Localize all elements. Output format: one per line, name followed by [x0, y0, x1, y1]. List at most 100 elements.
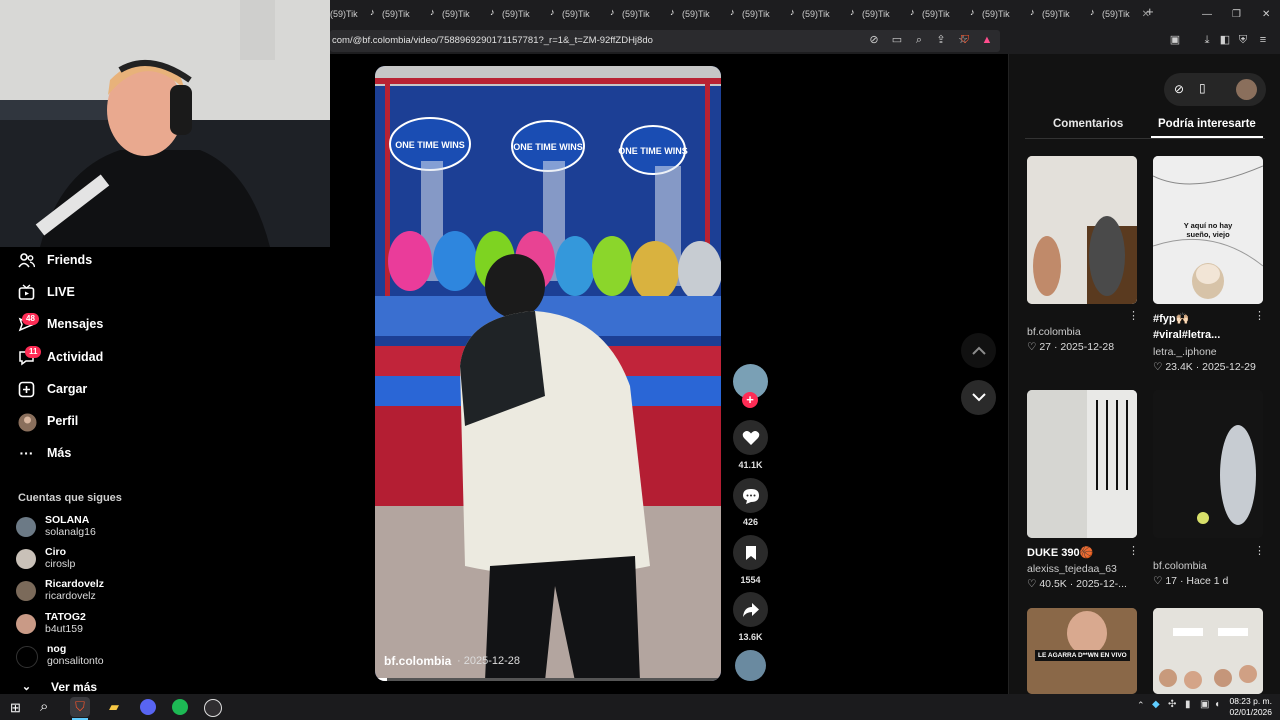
share-arrow-icon [742, 602, 759, 617]
tray-app-icon[interactable]: ◆ [1152, 699, 1160, 710]
sidebar-panel-icon[interactable]: ▣ [1168, 33, 1182, 47]
close-icon[interactable]: ✕ [1262, 6, 1270, 22]
card-author[interactable]: letra._.iphone [1153, 346, 1217, 358]
browser-tab[interactable]: (59)Tik [430, 6, 470, 22]
new-tab-button[interactable]: + [1146, 3, 1154, 19]
following-account[interactable]: TATOG2 b4ut159 [16, 611, 86, 636]
browser-tab-label: (59)Tik [862, 9, 890, 19]
browser-tab[interactable]: (59)Tik [490, 6, 530, 22]
card-caption[interactable]: #fyp🙌🏻 #viral#letra... [1153, 311, 1253, 343]
volume-icon[interactable]: ◖ [1214, 699, 1220, 710]
video-thumbnail[interactable]: Y aquí no hay sueño, viejo [1153, 156, 1263, 304]
video-thumbnail[interactable] [1027, 156, 1137, 304]
restore-icon[interactable]: ❐ [1232, 6, 1241, 22]
browser-tab[interactable]: (59)Tik [850, 6, 890, 22]
sidebar-item-label: Perfil [47, 414, 79, 428]
browser-tab[interactable]: (59)Tik [910, 6, 950, 22]
sidebar-item-label: LIVE [47, 285, 75, 299]
video-author[interactable]: bf.colombia [384, 654, 451, 668]
video-player[interactable]: ONE TIME WINS ONE TIME WINS ONE TIME WIN… [375, 66, 721, 681]
video-thumbnail[interactable] [1153, 390, 1263, 538]
browser-tab[interactable]: (59)Tik [330, 6, 358, 22]
network-icon[interactable]: ▣ [1200, 699, 1209, 710]
file-explorer-icon[interactable]: ▰ [104, 697, 124, 717]
browser-tab[interactable]: (59)Tik [610, 6, 650, 22]
save-button[interactable] [733, 535, 768, 570]
search-icon[interactable]: ⌕ [40, 698, 48, 715]
windows-start-icon[interactable]: ⊞ [10, 700, 21, 716]
sidebar-item-friends[interactable]: Friends [18, 249, 92, 271]
discord-icon[interactable] [138, 697, 158, 717]
tab-recommended[interactable]: Podría interesarte [1158, 118, 1256, 130]
sidebar-item-live[interactable]: LIVE [18, 281, 75, 303]
more-options-icon[interactable]: ⋮ [1254, 309, 1265, 322]
messages-badge: 48 [22, 313, 39, 325]
compass-icon[interactable]: ⊘ [1174, 82, 1184, 96]
browser-tab[interactable]: (59)Tik [1030, 6, 1070, 22]
prev-video-button[interactable] [961, 333, 996, 368]
comment-button[interactable] [733, 478, 768, 513]
browser-tab[interactable]: (59)Tik [550, 6, 590, 22]
follow-plus-icon[interactable]: + [742, 392, 758, 408]
video-thumbnail[interactable] [1153, 608, 1263, 694]
more-options-icon[interactable]: ⋮ [1128, 544, 1139, 557]
card-caption[interactable]: DUKE 390🏀 [1027, 546, 1093, 559]
microphone-icon[interactable]: ▮ [1185, 699, 1191, 710]
like-count: 41.1K [738, 460, 763, 470]
zoom-icon[interactable]: ⌕ [912, 33, 926, 47]
video-thumbnail[interactable]: LE AGARRA D**WN EN VIVO [1027, 608, 1137, 694]
next-video-button[interactable] [961, 380, 996, 415]
browser-tab-label: (59)Tik [802, 9, 830, 19]
more-options-icon[interactable]: ⋮ [1254, 544, 1265, 557]
tiktok-favicon-icon [430, 7, 438, 18]
brave-rewards-icon[interactable]: ▲ [980, 33, 994, 47]
card-date: 2025-12-... [1076, 578, 1127, 590]
browser-tab[interactable]: (59)Tik [970, 6, 1010, 22]
sound-disc[interactable] [735, 650, 766, 681]
share-icon[interactable]: ⇪ [934, 33, 948, 47]
video-progress-bar[interactable] [375, 678, 721, 681]
menu-icon[interactable]: ≡ [1256, 33, 1270, 47]
obs-icon[interactable] [202, 697, 222, 717]
browser-tab[interactable]: (59)Tik✕ [1090, 6, 1150, 22]
system-clock[interactable]: 08:23 p. m. 02/01/2026 [1229, 696, 1272, 718]
brave-shield-icon[interactable]: ⛉ [958, 33, 972, 47]
card-author[interactable]: bf.colombia [1027, 326, 1081, 338]
like-button[interactable] [733, 420, 768, 455]
following-account[interactable]: Ciro ciroslp [16, 546, 75, 571]
browser-tab[interactable]: (59)Tik [670, 6, 710, 22]
video-thumbnail[interactable] [1027, 390, 1137, 538]
following-account[interactable]: Ricardovelz ricardovelz [16, 578, 104, 603]
vpn-icon[interactable]: ⛨ [1236, 33, 1250, 47]
following-account[interactable]: SOLANA solanalg16 [16, 514, 96, 539]
phone-icon[interactable]: ▯ [1199, 81, 1206, 95]
brave-taskbar-icon[interactable]: ⛉ [70, 697, 90, 717]
browser-tab[interactable]: (59)Tik [730, 6, 770, 22]
share-button[interactable] [733, 592, 768, 627]
reader-off-icon[interactable]: ⊘ [867, 33, 881, 47]
profile-avatar[interactable] [1236, 79, 1257, 100]
avatar [16, 517, 36, 537]
following-account[interactable]: nog gonsalitonto [16, 643, 104, 668]
cast-icon[interactable]: ▭ [890, 33, 904, 47]
url-text[interactable]: com/@bf.colombia/video/75889692901711577… [332, 35, 653, 46]
split-view-icon[interactable]: ◧ [1218, 33, 1232, 47]
tiktok-favicon-icon [1030, 7, 1038, 18]
card-author[interactable]: bf.colombia [1153, 560, 1207, 572]
sidebar-item-perfil[interactable]: Perfil [18, 410, 78, 432]
tiktok-favicon-icon [1090, 7, 1098, 18]
download-icon[interactable]: ⤓ [1200, 33, 1214, 47]
tray-chevron-icon[interactable]: ⌃ [1137, 700, 1145, 711]
tray-app-icon[interactable]: ✣ [1168, 699, 1176, 710]
spotify-icon[interactable] [170, 697, 190, 717]
browser-tab[interactable]: (59)Tik [370, 6, 410, 22]
sidebar-item-mas[interactable]: ··· Más [18, 442, 72, 464]
tab-comments[interactable]: Comentarios [1053, 118, 1123, 130]
browser-tab[interactable]: (59)Tik [790, 6, 830, 22]
clock-time: 08:23 p. m. [1229, 696, 1272, 706]
card-author[interactable]: alexiss_tejedaa_63 [1027, 563, 1117, 575]
more-options-icon[interactable]: ⋮ [1128, 309, 1139, 322]
minimize-icon[interactable]: — [1202, 6, 1212, 22]
live-icon [18, 283, 35, 301]
sidebar-item-cargar[interactable]: Cargar [18, 378, 87, 400]
